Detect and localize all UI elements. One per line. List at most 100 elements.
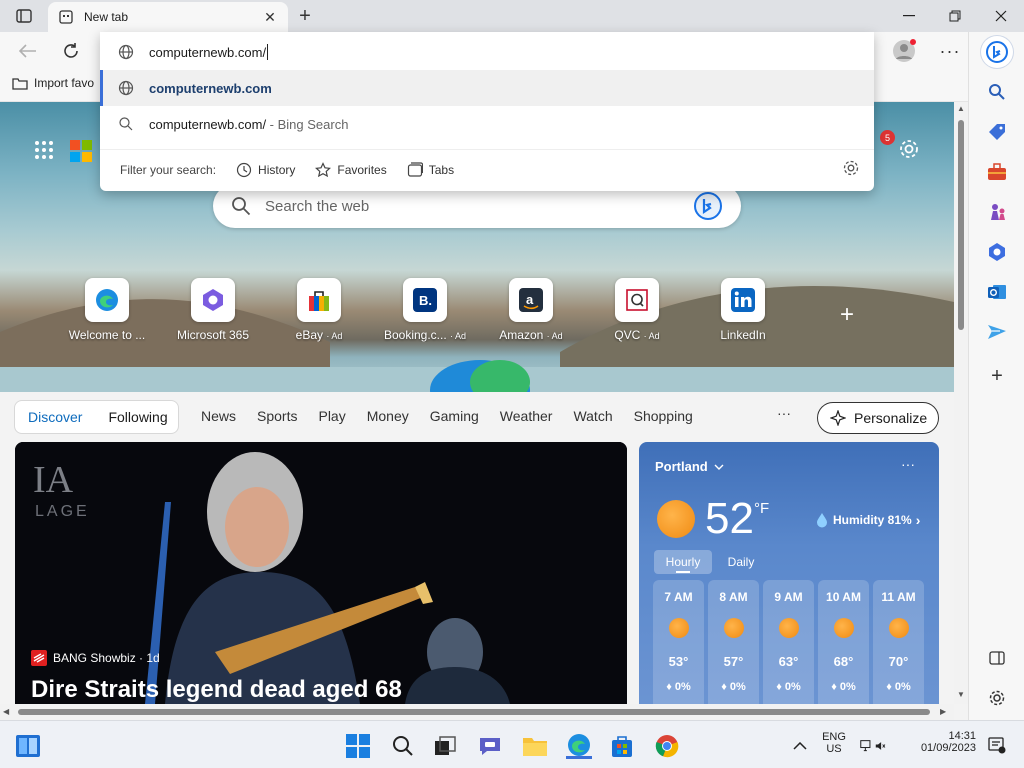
profile-button[interactable] [891, 38, 917, 64]
nav-news[interactable]: News [201, 408, 236, 424]
close-window-button[interactable] [978, 0, 1024, 32]
feed-more-button[interactable]: ··· [777, 405, 791, 421]
quick-link-ebay[interactable]: eBay · Ad [274, 278, 364, 342]
app-launcher-button[interactable] [34, 140, 54, 160]
weather-card[interactable]: Portland ··· 52 °F Humidity 81% › Hourly… [639, 442, 939, 704]
quick-link-booking[interactable]: B. Booking.c... · Ad [380, 278, 470, 342]
network-volume-button[interactable] [860, 733, 886, 759]
sunny-icon [668, 618, 689, 638]
scroll-down-icon[interactable]: ▼ [957, 690, 965, 699]
linkedin-logo-icon [731, 288, 755, 312]
sidebar-toggle-button[interactable] [985, 646, 1009, 670]
notification-center-button[interactable] [984, 733, 1010, 759]
suggestion-site[interactable]: computernewb.com [100, 70, 874, 106]
weather-more-button[interactable]: ··· [901, 456, 915, 472]
nav-money[interactable]: Money [367, 408, 409, 424]
news-headline[interactable]: Dire Straits legend dead aged 68 [31, 676, 402, 704]
chrome-button[interactable] [654, 733, 680, 759]
quick-link-qvc[interactable]: QVC · Ad [592, 278, 682, 342]
suggestion-search[interactable]: computernewb.com/ - Bing Search [100, 106, 874, 142]
bing-chat-icon[interactable] [693, 191, 723, 221]
address-bar[interactable]: computernewb.com/ [100, 34, 874, 70]
rain-drop-icon: ♦ [721, 681, 727, 693]
store-button[interactable] [609, 733, 635, 759]
address-input[interactable]: computernewb.com/ [149, 45, 266, 60]
search-settings-button[interactable] [842, 159, 860, 177]
sidebar-settings-button[interactable] [985, 686, 1009, 710]
sidebar-shopping-button[interactable] [985, 120, 1009, 144]
rain-drop-icon: ♦ [666, 681, 672, 693]
personalize-label: Personalize [854, 410, 928, 426]
quick-link-welcome[interactable]: Welcome to ... [62, 278, 152, 342]
top-story-card[interactable]: IA LAGE BANG Showbiz · 1d Dire Straits l… [15, 442, 627, 704]
sidebar-games-button[interactable] [985, 200, 1009, 224]
nav-shopping[interactable]: Shopping [634, 408, 693, 424]
restore-button[interactable] [932, 0, 978, 32]
tab-daily[interactable]: Daily [712, 550, 770, 574]
tab-discover[interactable]: Discover [15, 409, 95, 425]
notification-badge[interactable]: 5 [880, 130, 895, 145]
show-hidden-icons-button[interactable] [787, 733, 813, 759]
sidebar-drop-button[interactable] [985, 320, 1009, 344]
language-indicator[interactable]: ENG US [818, 731, 850, 755]
refresh-button[interactable] [58, 38, 84, 64]
sidebar-tools-button[interactable] [985, 160, 1009, 184]
humidity-link[interactable]: Humidity 81% › [815, 512, 920, 528]
import-favorites-label: Import favo [34, 76, 95, 90]
weather-city: Portland [655, 459, 708, 474]
filter-history-button[interactable]: History [236, 162, 295, 178]
edge-taskbar-button[interactable] [566, 733, 592, 759]
tab-new-tab[interactable]: New tab ✕ [48, 2, 288, 32]
news-source: BANG Showbiz · 1d [31, 650, 160, 666]
system-clock[interactable]: 14:31 01/09/2023 [914, 730, 976, 754]
quick-link-linkedin[interactable]: LinkedIn [698, 278, 788, 342]
settings-and-more-button[interactable]: ··· [937, 38, 963, 64]
vertical-scroll-thumb[interactable] [958, 120, 964, 330]
bing-copilot-button[interactable] [981, 36, 1013, 68]
scroll-right-icon[interactable]: ▶ [940, 707, 946, 716]
weather-location[interactable]: Portland [655, 459, 724, 474]
start-button[interactable] [345, 733, 371, 759]
toolbox-icon [988, 163, 1006, 180]
personalize-button[interactable]: Personalize [817, 402, 939, 434]
quick-link-amazon[interactable]: a Amazon · Ad [486, 278, 576, 342]
filter-tabs-button[interactable]: Tabs [407, 161, 454, 178]
nav-watch[interactable]: Watch [573, 408, 612, 424]
taskbar-search-button[interactable] [390, 733, 416, 759]
chess-piece-icon [991, 204, 1005, 220]
widgets-button[interactable] [15, 733, 41, 759]
page-horizontal-scrollbar[interactable]: ◀ ▶ [0, 704, 954, 720]
scroll-left-icon[interactable]: ◀ [3, 707, 9, 716]
scroll-up-icon[interactable]: ▲ [957, 104, 965, 113]
sidebar-microsoft365-button[interactable] [985, 240, 1009, 264]
sidebar-outlook-button[interactable] [985, 280, 1009, 304]
sidebar-add-button[interactable]: + [985, 364, 1009, 388]
chevron-right-icon: › [915, 512, 921, 528]
teams-chat-button[interactable] [477, 733, 503, 759]
filter-favorites-button[interactable]: Favorites [315, 161, 387, 178]
nav-sports[interactable]: Sports [257, 408, 297, 424]
back-button[interactable] [15, 38, 41, 64]
nav-play[interactable]: Play [318, 408, 345, 424]
tab-following[interactable]: Following [95, 409, 180, 425]
tab-hourly[interactable]: Hourly [654, 550, 712, 574]
temperature-unit[interactable]: °F [754, 500, 769, 517]
new-tab-page-icon [59, 10, 73, 24]
add-quick-link-button[interactable]: + [836, 301, 858, 328]
nav-weather[interactable]: Weather [500, 408, 553, 424]
sidebar-search-button[interactable] [985, 80, 1009, 104]
new-tab-button[interactable]: + [294, 5, 316, 27]
forecast-time: 11 AM [881, 590, 916, 604]
page-vertical-scrollbar[interactable]: ▲ ▼ [954, 102, 968, 704]
horizontal-scroll-thumb[interactable] [18, 709, 930, 715]
task-view-button[interactable] [432, 733, 458, 759]
tab-actions-button[interactable] [8, 6, 40, 26]
file-explorer-button[interactable] [522, 733, 548, 759]
minimize-button[interactable] [886, 0, 932, 32]
forecast-precip: 0% [674, 681, 691, 693]
page-settings-button[interactable] [898, 138, 922, 162]
tab-close-icon[interactable]: ✕ [262, 9, 278, 25]
nav-gaming[interactable]: Gaming [430, 408, 479, 424]
quick-link-microsoft365[interactable]: Microsoft 365 [168, 278, 258, 342]
import-favorites-button[interactable]: Import favo [12, 76, 94, 90]
